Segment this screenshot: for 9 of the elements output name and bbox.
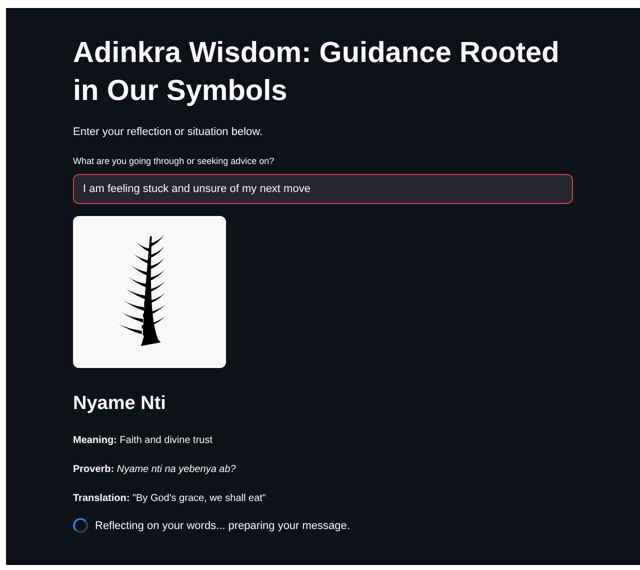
- detail-text: Meaning: Faith and divine trust: [73, 434, 214, 448]
- symbol-name: Nyame Nti: [73, 392, 167, 416]
- detail-text: Translation: "By God's grace, we shall eat": [73, 492, 267, 506]
- intro-text: Enter your reflection or situation below.: [73, 125, 264, 140]
- status-text: Reflecting on your words... preparing your message.: [95, 518, 350, 534]
- detail-text: Proverb: Nyame nti na yebenya ab?: [73, 462, 237, 476]
- field-label: What are you going through or seeking advice on?: [73, 154, 276, 168]
- page-title: Adinkra Wisdom: Guidance Rooted in Our Symbols: [73, 36, 560, 109]
- reflection-input[interactable]: I am feeling stuck and unsure of my next move: [73, 174, 573, 204]
